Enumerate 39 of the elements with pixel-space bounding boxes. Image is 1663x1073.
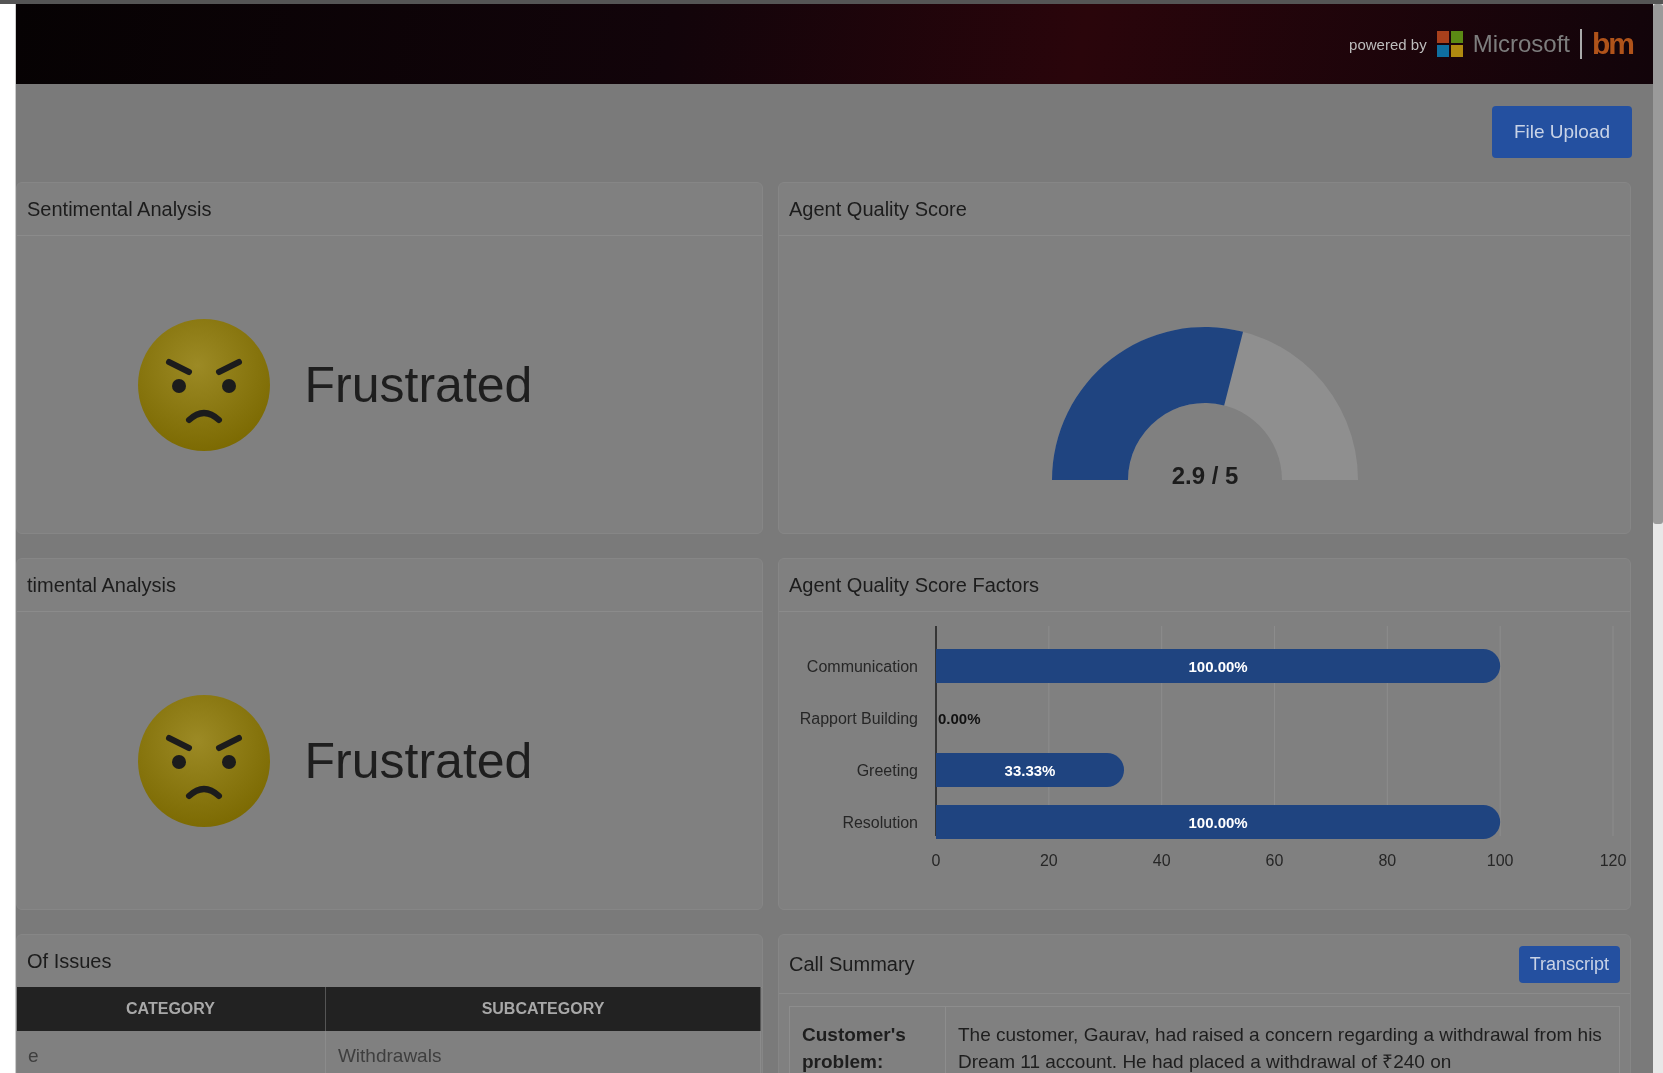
axis-tick-label: 0 [931, 851, 941, 869]
column-header: CATEGORY [17, 987, 326, 1031]
card-title: Agent Quality Score Factors [789, 573, 1040, 597]
brand-name: Microsoft [1472, 30, 1570, 58]
category-label: Communication [806, 657, 918, 675]
category-label: Rapport Building [799, 709, 918, 727]
summary-label: Customer's problem: [790, 1007, 946, 1073]
axis-tick-label: 40 [1152, 851, 1171, 869]
card-title: Of Issues [27, 949, 112, 973]
category-label: Greeting [856, 761, 918, 779]
summary-text: The customer, Gaurav, had raised a concern regarding a withdrawal from his Dream 11 account. He had placed a withdrawal of ₹240 on [957, 1023, 1603, 1073]
axis-tick-label: 80 [1378, 851, 1397, 869]
powered-by-text: powered by [1349, 35, 1427, 53]
category-label: Resolution [842, 813, 918, 831]
bar-value-label: 100.00% [1188, 813, 1248, 831]
card-title: Call Summary [789, 952, 915, 976]
angry-face-icon [136, 693, 271, 828]
windows-logo-icon [1436, 31, 1463, 57]
card-title: Agent Quality Score [789, 197, 967, 221]
bar-value-label: 0.00% [938, 709, 981, 727]
sentiment-label: Frustrated [304, 731, 533, 790]
column-header: SUBCATEGORY [325, 987, 761, 1031]
table-cell: e [17, 1031, 326, 1073]
bar-value-label: 100.00% [1188, 657, 1248, 675]
card-title: Sentimental Analysis [27, 197, 212, 221]
file-upload-button[interactable]: File Upload [1491, 106, 1632, 158]
card-title: timental Analysis [27, 573, 176, 597]
company-logo: bm [1580, 29, 1633, 59]
axis-tick-label: 60 [1265, 851, 1284, 869]
axis-tick-label: 20 [1039, 851, 1058, 869]
axis-tick-label: 120 [1599, 851, 1627, 869]
scrollbar[interactable] [1653, 4, 1663, 1073]
transcript-button[interactable]: Transcript [1518, 945, 1620, 983]
angry-face-icon [136, 317, 271, 452]
sentiment-label: Frustrated [304, 355, 533, 414]
score-reading: 2.9 / 5 [1171, 461, 1238, 489]
axis-tick-label: 100 [1486, 851, 1514, 869]
bar-value-label: 33.33% [1004, 761, 1056, 779]
table-cell: Withdrawals [325, 1031, 761, 1073]
